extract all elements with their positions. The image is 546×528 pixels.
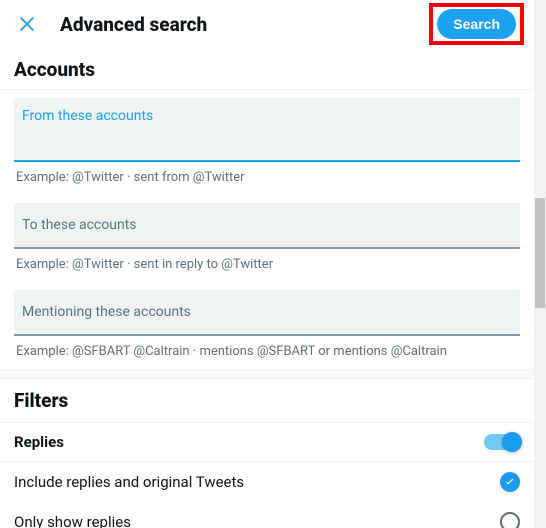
from-accounts-example: Example: @Twitter · sent from @Twitter [14, 162, 520, 195]
only-replies-radio[interactable] [500, 512, 520, 528]
close-icon[interactable] [10, 7, 44, 41]
include-replies-radio[interactable] [500, 472, 520, 492]
to-accounts-example: Example: @Twitter · sent in reply to @Tw… [14, 249, 520, 282]
modal-header: Advanced search Search [0, 0, 534, 48]
search-button-highlight: Search [429, 3, 524, 45]
from-accounts-input[interactable] [22, 130, 512, 146]
replies-label: Replies [14, 433, 64, 451]
filters-section-title: Filters [0, 379, 534, 422]
from-accounts-group: From these accounts Example: @Twitter · … [0, 98, 534, 195]
include-replies-label: Include replies and original Tweets [14, 473, 244, 491]
divider [0, 89, 534, 90]
to-accounts-label: To these accounts [22, 217, 512, 233]
to-accounts-group: To these accounts Example: @Twitter · se… [0, 203, 534, 282]
mentioning-accounts-label: Mentioning these accounts [22, 304, 512, 320]
replies-toggle-row[interactable]: Replies [0, 423, 534, 461]
include-replies-row[interactable]: Include replies and original Tweets [0, 462, 534, 502]
advanced-search-modal: Advanced search Search Accounts From the… [0, 0, 534, 528]
only-replies-row[interactable]: Only show replies [0, 502, 534, 528]
only-replies-label: Only show replies [14, 513, 131, 528]
replies-toggle[interactable] [484, 434, 520, 450]
to-accounts-input-wrap[interactable]: To these accounts [14, 203, 520, 249]
modal-title: Advanced search [60, 13, 429, 36]
search-button[interactable]: Search [437, 9, 516, 39]
mentioning-accounts-example: Example: @SFBART @Caltrain · mentions @S… [14, 336, 520, 369]
from-accounts-input-wrap[interactable]: From these accounts [14, 98, 520, 162]
section-gap [0, 369, 534, 379]
scrollbar-track[interactable] [534, 0, 546, 528]
mentioning-accounts-input-wrap[interactable]: Mentioning these accounts [14, 290, 520, 336]
from-accounts-label: From these accounts [22, 108, 512, 124]
scrollbar-thumb[interactable] [535, 198, 545, 308]
accounts-section-title: Accounts [0, 48, 534, 89]
mentioning-accounts-group: Mentioning these accounts Example: @SFBA… [0, 290, 534, 369]
